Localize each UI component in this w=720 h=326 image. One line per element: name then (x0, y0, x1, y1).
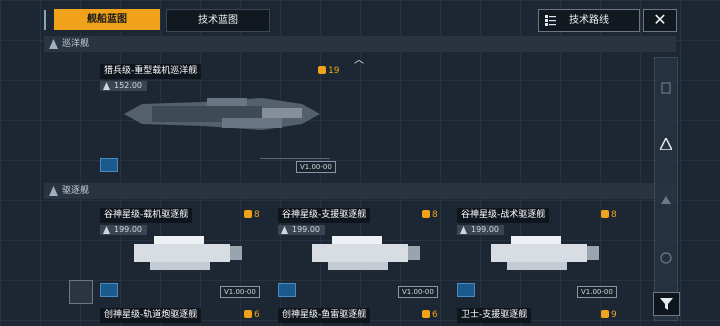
tab-ship-blueprints[interactable]: 舰船蓝图 (54, 9, 160, 30)
carrier-class-icon[interactable] (660, 82, 672, 94)
destroyer-ship-image (312, 236, 420, 270)
section-label: 巡洋舰 (62, 39, 90, 49)
destroyer-card[interactable]: 创神星级-轨道炮驱逐舰 6 (100, 308, 260, 326)
cruiser-ship-image (124, 98, 320, 130)
destroyer-ship-image (134, 236, 242, 270)
version-code: V1.00-00 (220, 286, 260, 298)
section-label: 驱逐舰 (62, 186, 90, 196)
blueprint-line (260, 158, 330, 159)
card-title: 卫士-支援驱逐舰 (457, 308, 532, 323)
faction-emblem-icon[interactable] (69, 280, 93, 304)
resource-icon (601, 210, 609, 218)
ship-class-icon (49, 186, 58, 196)
close-icon: ✕ (653, 10, 667, 29)
card-title: 猎兵级-重型载机巡洋舰 (100, 64, 202, 79)
filter-button[interactable] (653, 292, 680, 316)
resource-icon (601, 310, 609, 318)
destroyer-card[interactable]: 创神星级-鱼雷驱逐舰 6 (278, 308, 438, 326)
resource-icon (244, 210, 252, 218)
resource-icon (318, 66, 326, 74)
cruiser-card[interactable]: 猎兵级-重型载机巡洋舰 19 152.00 V1.00-00 (100, 64, 340, 176)
destroyer-card[interactable]: 谷神星级-载机驱逐舰 8 199.00 V1.00-00 (100, 208, 260, 298)
tab-tech-blueprints[interactable]: 技术蓝图 (166, 9, 270, 32)
section-header-destroyer[interactable]: 驱逐舰 (44, 183, 676, 199)
card-cost: 19 (318, 66, 339, 76)
close-button[interactable]: ✕ (643, 9, 677, 32)
blueprint-badge-icon (100, 158, 118, 172)
power-icon (103, 82, 110, 90)
resource-icon (244, 310, 252, 318)
card-cost: 8 (244, 210, 260, 220)
card-title: 谷神星级-支援驱逐舰 (278, 208, 371, 223)
power-icon (103, 226, 110, 234)
ship-class-icon (49, 39, 58, 49)
card-stat: 152.00 (100, 81, 147, 91)
filter-icon (660, 298, 673, 310)
destroyer-card[interactable]: 卫士-支援驱逐舰 9 (457, 308, 617, 326)
destroyer-card[interactable]: 谷神星级-支援驱逐舰 8 199.00 V1.00-00 (278, 208, 438, 298)
card-cost: 8 (601, 210, 617, 220)
card-cost: 6 (244, 310, 260, 320)
blueprint-badge-icon (100, 283, 118, 297)
version-code: V1.00-00 (296, 161, 336, 173)
card-title: 创神星级-轨道炮驱逐舰 (100, 308, 202, 323)
list-icon (545, 15, 556, 26)
card-title: 创神星级-鱼雷驱逐舰 (278, 308, 371, 323)
resource-icon (422, 310, 430, 318)
blueprint-badge-icon (457, 283, 475, 297)
tech-route-label: 技术路线 (569, 15, 609, 26)
tech-route-button[interactable]: 技术路线 (538, 9, 640, 32)
destroyer-class-icon[interactable] (660, 194, 672, 206)
card-cost: 8 (422, 210, 438, 220)
ship-class-rail (654, 57, 678, 321)
section-header-cruiser[interactable]: 巡洋舰 (44, 36, 676, 52)
version-code: V1.00-00 (398, 286, 438, 298)
power-icon (460, 226, 467, 234)
blueprint-badge-icon (278, 283, 296, 297)
decor-bracket (44, 10, 50, 30)
card-title: 谷神星级-战术驱逐舰 (457, 208, 550, 223)
resource-icon (422, 210, 430, 218)
top-bar: 舰船蓝图 技术蓝图 技术路线 ✕ (0, 0, 720, 34)
card-title: 谷神星级-载机驱逐舰 (100, 208, 193, 223)
card-cost: 6 (422, 310, 438, 320)
destroyer-card[interactable]: 谷神星级-战术驱逐舰 8 199.00 V1.00-00 (457, 208, 617, 298)
power-icon (281, 226, 288, 234)
collapse-chevron-icon[interactable]: ︿ (354, 51, 364, 66)
version-code: V1.00-00 (577, 286, 617, 298)
frigate-class-icon[interactable] (660, 252, 672, 264)
destroyer-ship-image (491, 236, 599, 270)
card-cost: 9 (601, 310, 617, 320)
cruiser-class-icon[interactable] (660, 138, 672, 150)
